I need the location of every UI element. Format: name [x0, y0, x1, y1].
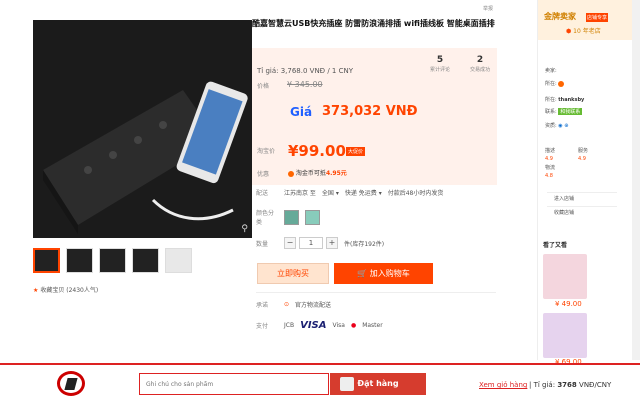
product-title: 酷嘉智慧云USB快充插座 防雷防浪涌排插 wifi插线板 智能桌面插排	[252, 19, 495, 28]
add-to-cart-button[interactable]: 🛒 加入购物车	[334, 263, 433, 284]
location-label: 所在:	[545, 80, 565, 87]
rate-info: | Tỉ giá: 3768 VNĐ/CNY	[529, 381, 612, 389]
benefit-text: 淘金币可抵4.95元	[288, 168, 347, 177]
logo	[57, 371, 85, 396]
favorite-item[interactable]: ★ 收藏宝贝 (2430人气)	[33, 285, 98, 294]
price-label: 价格	[257, 83, 270, 90]
benefit-label: 优惠	[257, 171, 270, 178]
thumbnail-5[interactable]	[165, 248, 192, 273]
product-main-image[interactable]: ⚲	[33, 20, 252, 238]
thumbnail-1[interactable]	[33, 248, 60, 273]
promo-badge: 大促价	[346, 147, 366, 156]
quantity-stepper[interactable]: − 1 +	[284, 237, 338, 249]
shipping-fee-select[interactable]: 快递 免运费 ▾	[345, 188, 382, 197]
sales-stat: 2 交易成功	[470, 55, 491, 73]
buy-now-button[interactable]: 立即购买	[257, 263, 329, 284]
shipping-destination-select[interactable]: 全国 ▾	[322, 188, 339, 197]
exchange-rate: Tỉ giá: 3,768.0 VNĐ / 1 CNY	[257, 67, 353, 75]
promo-price: ¥99.00	[288, 142, 346, 160]
jcb-icon: JCB	[284, 322, 295, 329]
color-option-1[interactable]	[284, 209, 299, 225]
thumbnail-3[interactable]	[99, 248, 126, 273]
gia-label: Giá	[290, 105, 313, 119]
report-link[interactable]: 举报	[483, 5, 493, 12]
old-price: ¥ 345.00	[287, 80, 323, 89]
quantity-input[interactable]: 1	[299, 237, 323, 249]
promise-row: 承诺 ⊙ 官方物流配送	[256, 301, 332, 309]
thumbnail-4[interactable]	[132, 248, 159, 273]
reviews-stat[interactable]: 5 累计评论	[430, 55, 450, 73]
favorite-shop-button[interactable]: 收藏店铺	[547, 206, 617, 218]
scrollbar[interactable]	[632, 0, 640, 360]
recommended-product-2[interactable]	[543, 313, 587, 358]
enter-shop-button[interactable]: 进入店铺	[547, 192, 617, 204]
payment-row: 支付 JCB VISA Visa ● Master	[256, 320, 383, 331]
thumbnail-2[interactable]	[66, 248, 93, 273]
look-again-heading: 看了又看	[543, 242, 568, 249]
seller-panel: 金牌卖家 店铺专享 ⬢ 10 年老店 卖家: 所在: 所在: thanksby …	[537, 0, 640, 360]
note-input[interactable]	[139, 373, 329, 395]
star-icon: ★	[33, 287, 39, 294]
view-cart-link[interactable]: Xem giỏ hàng	[479, 381, 527, 389]
cart-icon	[340, 377, 354, 391]
coin-icon	[288, 170, 294, 177]
shield-icon: ⊙	[284, 301, 290, 308]
qualification-row: 资质: ◉ ⊕	[545, 123, 569, 129]
contact-row[interactable]: 联系: 和我联系	[545, 108, 583, 115]
gold-tag: 店铺专享	[586, 13, 609, 22]
stock-text: 件(库存192件)	[344, 240, 385, 248]
gold-seller-label: 金牌卖家	[544, 12, 576, 21]
seller-name: 所在: thanksby	[545, 97, 585, 103]
mastercard-icon: ●	[350, 322, 357, 329]
gia-value: 373,032 VNĐ	[322, 104, 418, 119]
recommended-product-1[interactable]	[543, 254, 587, 299]
shipping-row: 配送 江苏南京 至 全国 ▾ 快递 免运费 ▾ 付款后48小时内发货	[256, 188, 444, 197]
zoom-icon[interactable]: ⚲	[241, 224, 248, 234]
visa-icon: VISA	[300, 320, 327, 331]
color-row: 颜色分类	[256, 208, 320, 226]
quantity-row: 数量 − 1 + 件(库存192件)	[256, 237, 385, 249]
color-option-2[interactable]	[305, 209, 320, 225]
quantity-minus-button[interactable]: −	[284, 237, 296, 249]
power-strip-image	[33, 20, 252, 238]
shop-years: ⬢ 10 年老店	[566, 28, 601, 35]
promo-label: 淘宝价	[257, 148, 276, 155]
rec-price-1: ¥ 49.00	[555, 300, 582, 308]
quantity-plus-button[interactable]: +	[326, 237, 338, 249]
price-box: Tỉ giá: 3,768.0 VNĐ / 1 CNY 价格 ¥ 345.00 …	[252, 48, 497, 185]
order-bar: Đặt hàng Xem giỏ hàng | Tỉ giá: 3768 VNĐ…	[0, 363, 640, 400]
